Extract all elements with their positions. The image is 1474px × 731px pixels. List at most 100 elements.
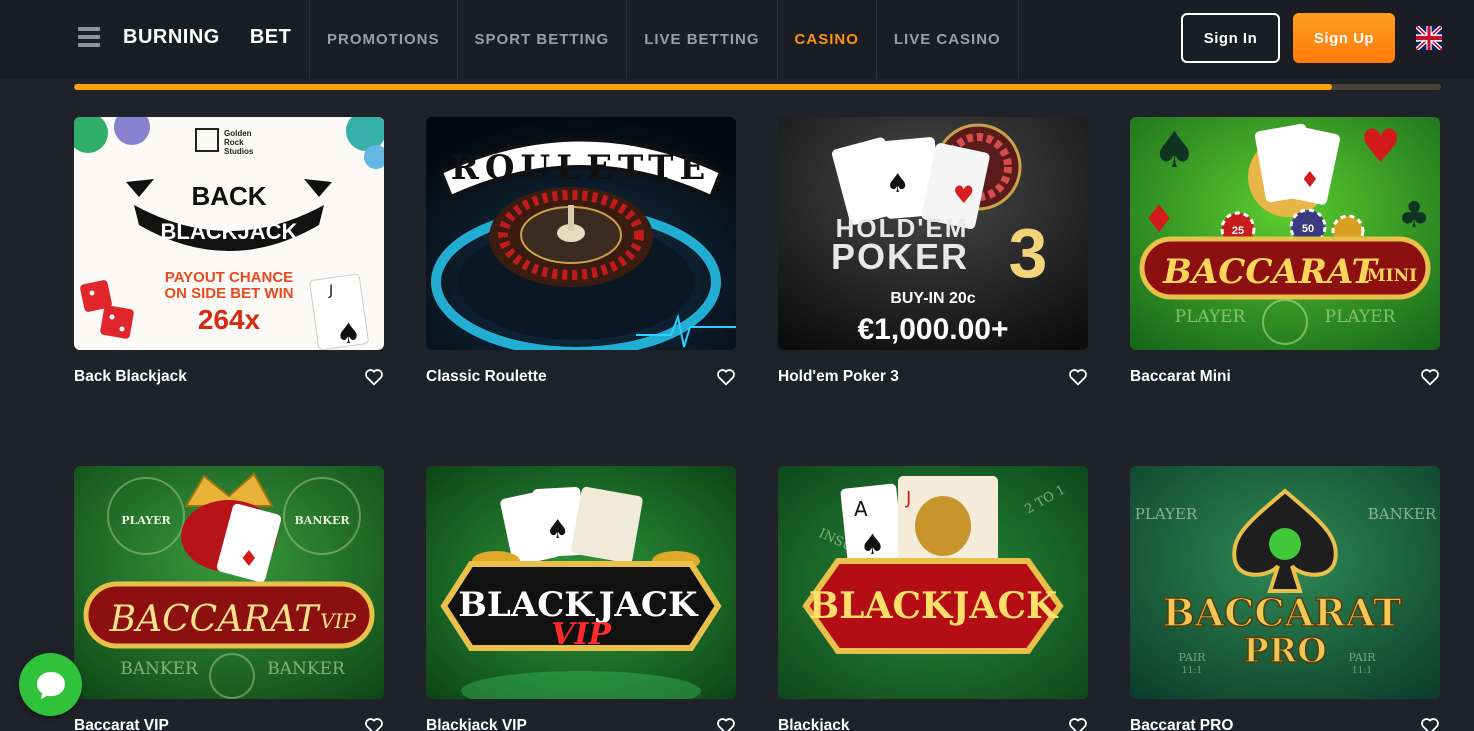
game-title[interactable]: Hold'em Poker 3 (778, 368, 899, 386)
brand-word-2: BET (249, 26, 292, 48)
svg-text:♥: ♥ (1360, 119, 1401, 173)
art-promo-1: BUY-IN 20c (890, 290, 975, 307)
game-card-baccarat-vip[interactable]: PLAYER BANKER ♦ BACCARAT VIP BANKER BANK… (74, 466, 384, 731)
favorite-heart-icon[interactable] (1420, 368, 1440, 386)
art-title-line-2: POKER (831, 236, 969, 277)
game-thumbnail[interactable]: ♠ ♥ HOLD'EM POKER 3 BUY-IN 20c €1,000.00… (778, 117, 1088, 350)
game-card-blackjack[interactable]: INSURANCE 2 TO 1 A ♠ J BLACKJACK Blackja… (778, 466, 1088, 731)
art-chip-1: 25 (1232, 225, 1244, 237)
game-thumbnail[interactable]: ROULETTE (426, 117, 736, 350)
hamburger-menu-icon[interactable] (78, 27, 100, 47)
game-thumbnail[interactable]: ♠ BLACK JACK VIP (426, 466, 736, 699)
game-thumbnail[interactable]: INSURANCE 2 TO 1 A ♠ J BLACKJACK (778, 466, 1088, 699)
art-promo-3: 264x (198, 304, 261, 335)
game-title[interactable]: Blackjack (778, 717, 850, 731)
favorite-heart-icon[interactable] (364, 717, 384, 731)
svg-text:♠: ♠ (860, 528, 885, 561)
art-title-line-1: BACK (191, 181, 266, 211)
brand-word-1: BURNING (123, 26, 220, 48)
brand-logo[interactable]: BURNING BET (123, 26, 291, 49)
game-thumbnail[interactable]: PLAYER BANKER ♦ BACCARAT VIP BANKER BANK… (74, 466, 384, 699)
art-title-line-1: BLACKJACK (809, 585, 1059, 627)
favorite-heart-icon[interactable] (1420, 717, 1440, 731)
art-promo-1: PAYOUT CHANCE (165, 269, 293, 286)
art-promo-2: BANKER (1368, 505, 1437, 523)
game-title[interactable]: Classic Roulette (426, 368, 547, 386)
live-chat-button[interactable] (19, 653, 82, 716)
svg-text:♠: ♠ (546, 515, 569, 545)
game-title[interactable]: Back Blackjack (74, 368, 187, 386)
sign-up-button[interactable]: Sign Up (1293, 13, 1395, 63)
uk-flag-icon[interactable] (1416, 26, 1442, 50)
svg-text:J: J (905, 488, 911, 509)
svg-text:♦: ♦ (1300, 168, 1320, 193)
game-thumbnail[interactable]: PLAYER BANKER BACCARAT PRO PAIR 11:1 PAI… (1130, 466, 1440, 699)
art-promo-4: PAIR (1349, 651, 1377, 664)
svg-text:♥: ♥ (953, 181, 975, 209)
game-thumbnail[interactable]: Golden Rock Studios BACK BLACKJACK PAYOU… (74, 117, 384, 350)
art-title-line-1: BACCARAT (1162, 252, 1379, 292)
art-promo-2: €1,000.00+ (858, 313, 1009, 346)
nav-live-casino[interactable]: LIVE CASINO (875, 0, 1019, 79)
favorite-heart-icon[interactable] (364, 368, 384, 386)
game-title[interactable]: Baccarat PRO (1130, 717, 1233, 731)
nav-casino[interactable]: CASINO (776, 0, 876, 79)
art-promo-4: BANKER (267, 659, 346, 679)
art-title-line-3: 3 (1009, 214, 1048, 292)
studio-line-1: Golden (224, 129, 252, 138)
game-title[interactable]: Blackjack VIP (426, 717, 527, 731)
svg-text:♣: ♣ (1398, 195, 1430, 236)
svg-text:♠: ♠ (886, 169, 909, 199)
loading-progress-bar (74, 84, 1441, 90)
game-title[interactable]: Baccarat VIP (74, 717, 169, 731)
game-card-blackjack-vip[interactable]: ♠ BLACK JACK VIP Blackjack VIP (426, 466, 736, 731)
top-navigation-bar: BURNING BET PROMOTIONS SPORT BETTING LIVE… (0, 0, 1474, 79)
art-promo-2: ON SIDE BET WIN (164, 285, 293, 302)
game-card-classic-roulette[interactable]: ROULETTE Classic Roulette (426, 117, 736, 388)
svg-text:♦: ♦ (239, 547, 259, 572)
art-promo-5: 11:1 (1182, 666, 1202, 676)
sign-in-button[interactable]: Sign In (1181, 13, 1280, 63)
favorite-heart-icon[interactable] (1068, 717, 1088, 731)
art-promo-2: PLAYER (1325, 307, 1397, 327)
art-title-line-1: ROULETTE (451, 148, 712, 188)
favorite-heart-icon[interactable] (1068, 368, 1088, 386)
favorite-heart-icon[interactable] (716, 368, 736, 386)
svg-text:♠: ♠ (1152, 121, 1197, 179)
art-title-line-2: VIP (320, 609, 356, 633)
game-card-baccarat-mini[interactable]: ♠ ♥ ♦ ♣ ♦ 25 50 BACCARAT MINI PLAYER PLA… (1130, 117, 1440, 388)
art-chip-2: 50 (1302, 223, 1314, 235)
game-card-back-blackjack[interactable]: Golden Rock Studios BACK BLACKJACK PAYOU… (74, 117, 384, 388)
art-title-line-1: BACCARAT (109, 599, 322, 640)
progress-bar-fill (74, 84, 1332, 90)
art-promo-6: 11:1 (1352, 666, 1372, 676)
art-title-line-2: PRO (1243, 631, 1326, 671)
art-title-line-2: BLACKJACK (161, 219, 298, 244)
game-title[interactable]: Baccarat Mini (1130, 368, 1231, 386)
art-title-line-2: JACK (595, 585, 699, 625)
svg-text:J: J (328, 283, 333, 299)
nav-promotions[interactable]: PROMOTIONS (309, 0, 457, 79)
main-nav: PROMOTIONS SPORT BETTING LIVE BETTING CA… (309, 0, 1019, 79)
svg-text:♠: ♠ (336, 317, 361, 350)
svg-text:♦: ♦ (1142, 197, 1176, 241)
svg-text:A: A (854, 497, 868, 521)
chat-bubble-icon (36, 671, 65, 699)
art-promo-1: PLAYER (121, 514, 171, 527)
art-promo-3: BANKER (120, 659, 199, 679)
studio-line-3: Studios (224, 147, 254, 156)
nav-live-betting[interactable]: LIVE BETTING (626, 0, 776, 79)
game-card-holdem-poker-3[interactable]: ♠ ♥ HOLD'EM POKER 3 BUY-IN 20c €1,000.00… (778, 117, 1088, 388)
studio-line-2: Rock (224, 138, 244, 147)
art-promo-1: PLAYER (1175, 307, 1247, 327)
art-promo-3: PAIR (1179, 651, 1207, 664)
game-card-baccarat-pro[interactable]: PLAYER BANKER BACCARAT PRO PAIR 11:1 PAI… (1130, 466, 1440, 731)
nav-sport-betting[interactable]: SPORT BETTING (456, 0, 627, 79)
favorite-heart-icon[interactable] (716, 717, 736, 731)
art-title-line-1: BACCARAT (1163, 590, 1402, 635)
game-thumbnail[interactable]: ♠ ♥ ♦ ♣ ♦ 25 50 BACCARAT MINI PLAYER PLA… (1130, 117, 1440, 350)
game-grid: Golden Rock Studios BACK BLACKJACK PAYOU… (74, 117, 1441, 731)
art-promo-2: BANKER (295, 514, 351, 527)
art-promo-1: PLAYER (1135, 505, 1198, 523)
art-title-line-2: MINI (1367, 266, 1417, 286)
